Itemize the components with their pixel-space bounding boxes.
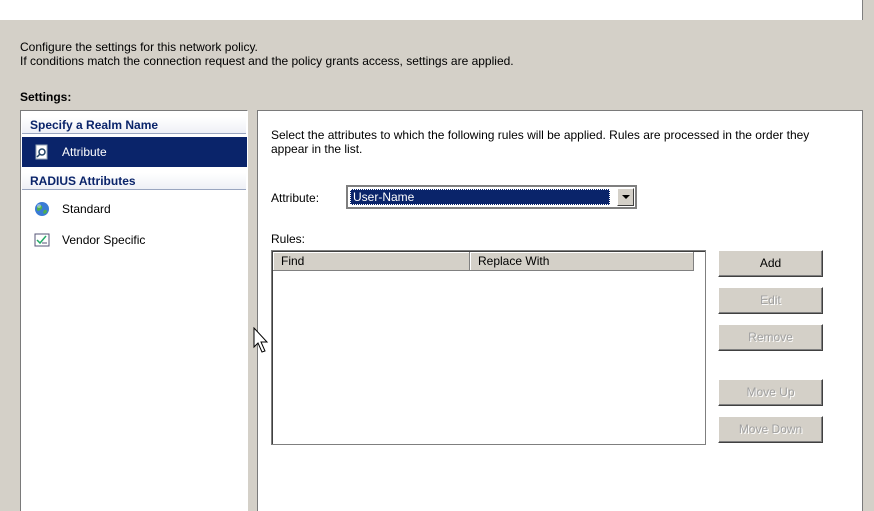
globe-icon xyxy=(34,201,50,217)
checkbox-list-icon xyxy=(34,232,50,248)
intro-text: Configure the settings for this network … xyxy=(20,40,514,68)
nav-item-attribute-label: Attribute xyxy=(62,145,107,159)
attribute-description: Select the attributes to which the follo… xyxy=(271,128,810,156)
nav-item-attribute[interactable]: Attribute xyxy=(22,137,247,167)
mouse-pointer-icon xyxy=(253,326,269,356)
rules-label: Rules: xyxy=(271,232,306,246)
add-button[interactable]: Add xyxy=(718,250,823,277)
header-band xyxy=(0,0,863,20)
move-down-button[interactable]: Move Down xyxy=(718,416,823,443)
chevron-down-icon[interactable] xyxy=(617,188,634,206)
nav-group-realm-header: Specify a Realm Name xyxy=(22,117,246,134)
attribute-label: Attribute: xyxy=(271,191,320,205)
edit-button[interactable]: Edit xyxy=(718,287,823,314)
settings-label: Settings: xyxy=(20,90,72,104)
nav-group-radius-header: RADIUS Attributes xyxy=(22,173,246,190)
nav-item-vendor-specific-label: Vendor Specific xyxy=(62,233,146,247)
nav-item-standard[interactable]: Standard xyxy=(22,194,247,224)
move-up-button[interactable]: Move Up xyxy=(718,379,823,406)
column-header-find[interactable]: Find xyxy=(273,252,470,271)
column-header-replace-with[interactable]: Replace With xyxy=(470,252,694,271)
attribute-select[interactable]: User-Name xyxy=(346,185,637,209)
intro-line-1: Configure the settings for this network … xyxy=(20,40,258,54)
nav-item-vendor-specific[interactable]: Vendor Specific xyxy=(22,225,247,255)
remove-button[interactable]: Remove xyxy=(718,324,823,351)
intro-line-2: If conditions match the connection reque… xyxy=(20,54,514,68)
nav-item-standard-label: Standard xyxy=(62,202,111,216)
magnifier-page-icon xyxy=(34,144,50,160)
attribute-select-value: User-Name xyxy=(350,189,610,205)
settings-nav-panel: Specify a Realm Name Attribute RADIUS At… xyxy=(20,110,248,511)
rules-list[interactable]: Find Replace With xyxy=(271,250,706,445)
